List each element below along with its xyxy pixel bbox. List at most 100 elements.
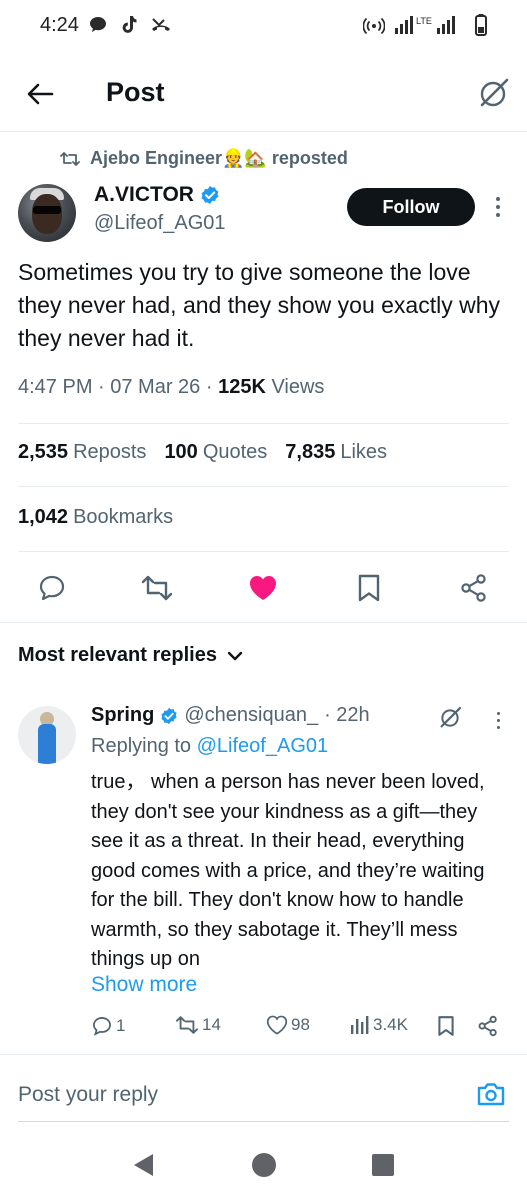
reply-button[interactable] [34, 570, 70, 606]
grok-icon [480, 78, 509, 107]
bookmarks-label: Bookmarks [73, 506, 174, 528]
quotes-stat[interactable]: 100 Quotes [164, 441, 267, 464]
nav-back-button[interactable] [128, 1150, 158, 1180]
battery-icon [475, 14, 487, 36]
repost-button[interactable] [139, 570, 175, 606]
reply-repost-button[interactable]: 14 [175, 1015, 221, 1035]
divider [18, 423, 509, 424]
bookmark-icon [358, 574, 380, 602]
tiktok-icon [122, 16, 137, 33]
reply-author-name[interactable]: Spring [91, 704, 154, 727]
reposts-stat[interactable]: 2,535 Reposts [18, 441, 146, 464]
replying-to: Replying to @Lifeof_AG01 [91, 735, 328, 758]
tweet-text: Sometimes you try to give someone the lo… [18, 259, 501, 351]
share-button[interactable] [456, 570, 492, 606]
grok-button[interactable] [473, 74, 513, 114]
repost-banner[interactable]: Ajebo Engineer👷🏡 reposted [60, 148, 348, 169]
reply-input[interactable]: Post your reply [18, 1083, 158, 1107]
replying-to-handle-link[interactable]: @Lifeof_AG01 [197, 735, 329, 757]
analytics-icon [351, 1016, 369, 1034]
reply-time: · 22h [324, 704, 370, 726]
nav-recents-button[interactable] [368, 1150, 398, 1180]
reply-repost-count: 14 [202, 1015, 221, 1034]
camera-button[interactable] [474, 1077, 508, 1111]
reply-views-button[interactable]: 3.4K [350, 1015, 408, 1035]
more-dot-icon [496, 718, 500, 722]
more-dot-icon [496, 711, 500, 715]
chevron-down-icon [227, 651, 243, 660]
heart-icon [266, 1015, 288, 1035]
views-count: 125K [218, 376, 266, 398]
compose-underline [18, 1121, 509, 1122]
share-icon [461, 574, 486, 602]
reply-author-handle[interactable]: @chensiquan_ [184, 704, 318, 727]
views-label: Views [265, 376, 325, 398]
more-dot-icon [496, 197, 500, 201]
like-button[interactable] [245, 570, 281, 606]
author-name[interactable]: A.VICTOR [94, 183, 220, 207]
camera-icon [477, 1083, 505, 1106]
reply-reply-count: 1 [116, 1016, 126, 1035]
engagement-stats: 2,535 Reposts 100 Quotes 7,835 Likes [18, 441, 387, 464]
show-more-link[interactable]: Show more [91, 973, 197, 997]
replies-sort-label: Most relevant replies [18, 644, 217, 666]
reply-grok-button[interactable] [436, 704, 464, 732]
more-dot-icon [496, 725, 500, 729]
quotes-label: Quotes [202, 441, 268, 463]
author-handle[interactable]: @Lifeof_AG01 [94, 212, 226, 235]
author-name-text: A.VICTOR [94, 183, 194, 206]
divider [0, 622, 527, 623]
tweet-timestamp: 4:47 PM · 07 Mar 26 · [18, 376, 219, 398]
likes-stat[interactable]: 7,835 Likes [285, 441, 387, 464]
hotspot-icon [363, 17, 385, 35]
reposts-label: Reposts [73, 441, 147, 463]
reply-compose-bar: Post your reply [0, 1054, 527, 1124]
nav-home-button[interactable] [249, 1150, 279, 1180]
reply-avatar[interactable] [18, 706, 76, 764]
status-time: 4:24 [40, 14, 79, 36]
square-recents-icon [372, 1154, 394, 1176]
network-type-label: LTE [416, 16, 432, 26]
verified-badge-icon [201, 186, 219, 204]
reply-like-button[interactable]: 98 [266, 1015, 310, 1035]
repost-icon [141, 575, 173, 601]
tweet-meta: 4:47 PM · 07 Mar 26 · 125K Views [18, 376, 324, 399]
reply-like-count: 98 [291, 1015, 310, 1034]
likes-label: Likes [340, 441, 388, 463]
bookmark-button[interactable] [351, 570, 387, 606]
reply-text: true， when a person has never been loved… [91, 771, 485, 970]
back-button[interactable] [22, 76, 58, 112]
status-notification-icons [88, 14, 172, 34]
follow-button[interactable]: Follow [347, 188, 475, 226]
post-header: Post [0, 56, 527, 132]
reposts-count: 2,535 [18, 441, 69, 463]
grok-icon [440, 706, 462, 728]
quotes-count: 100 [164, 441, 198, 463]
reply-view-count: 3.4K [373, 1015, 408, 1034]
share-icon [478, 1015, 497, 1037]
likes-count: 7,835 [285, 441, 336, 463]
comment-icon [93, 1017, 111, 1036]
heart-icon [250, 576, 276, 600]
replying-to-prefix: Replying to [91, 735, 197, 757]
more-options-button[interactable] [488, 193, 508, 221]
arrow-left-icon [27, 83, 54, 105]
status-system-icons: LTE [363, 14, 487, 36]
bookmarks-stat[interactable]: 1,042 Bookmarks [18, 506, 173, 529]
reply-bookmark-button[interactable] [437, 1015, 455, 1037]
more-dot-icon [496, 213, 500, 217]
comment-icon [39, 575, 65, 601]
page-title: Post [106, 77, 165, 107]
reply-reply-button[interactable]: 1 [91, 1015, 125, 1037]
reply-more-options-button[interactable] [490, 708, 506, 732]
status-bar: 4:24 LTE [0, 0, 527, 56]
author-avatar[interactable] [18, 184, 76, 242]
replies-sort-dropdown[interactable]: Most relevant replies [18, 644, 243, 667]
divider [18, 486, 509, 487]
reply-share-button[interactable] [477, 1015, 499, 1037]
missed-call-icon [152, 18, 170, 31]
repost-icon [176, 1016, 198, 1034]
circle-home-icon [252, 1153, 276, 1177]
signal-icon: LTE [395, 16, 455, 34]
reply-action-bar: 1 14 98 3.4K [91, 1013, 511, 1043]
